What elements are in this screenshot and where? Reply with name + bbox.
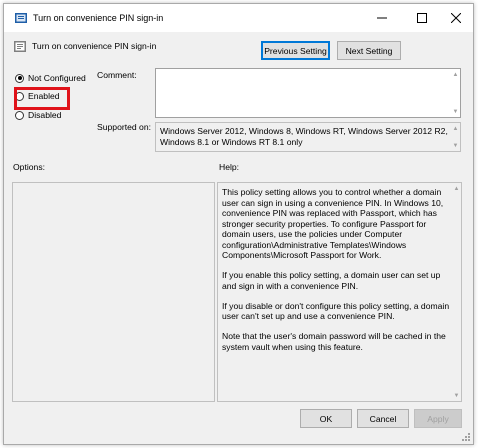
scroll-up-icon[interactable]: ▲: [452, 184, 461, 193]
comment-label: Comment:: [97, 70, 137, 80]
supported-on-box: Windows Server 2012, Windows 8, Windows …: [155, 122, 461, 152]
resize-grip-icon[interactable]: [462, 433, 471, 442]
maximize-button[interactable]: [405, 4, 439, 32]
previous-setting-button[interactable]: Previous Setting: [261, 41, 330, 60]
policy-app-icon: [15, 13, 27, 23]
supported-scrollbar[interactable]: ▲ ▼: [451, 123, 460, 151]
radio-not-configured-indicator[interactable]: [15, 73, 24, 83]
radio-disabled-indicator[interactable]: [15, 110, 24, 120]
title-bar[interactable]: Turn on convenience PIN sign-in: [4, 4, 473, 32]
cancel-button[interactable]: Cancel: [357, 409, 409, 428]
comment-textbox[interactable]: ▲ ▼: [155, 68, 461, 118]
close-button[interactable]: [439, 4, 473, 32]
next-setting-button[interactable]: Next Setting: [337, 41, 401, 60]
scroll-down-icon[interactable]: ▼: [451, 141, 460, 150]
options-pane: [12, 182, 215, 402]
radio-disabled[interactable]: Disabled: [15, 110, 61, 120]
supported-on-label: Supported on:: [97, 122, 151, 132]
radio-not-configured-label: Not Configured: [28, 73, 86, 83]
help-label: Help:: [219, 162, 240, 172]
ok-button[interactable]: OK: [300, 409, 352, 428]
scroll-up-icon[interactable]: ▲: [451, 124, 460, 133]
help-pane: This policy setting allows you to contro…: [217, 182, 462, 402]
options-label: Options:: [13, 162, 46, 172]
supported-on-value: Windows Server 2012, Windows 8, Windows …: [160, 126, 448, 147]
enabled-highlight-box: [14, 87, 70, 110]
help-paragraph: Note that the user's domain password wil…: [222, 331, 446, 352]
help-text: This policy setting allows you to contro…: [222, 187, 450, 362]
radio-disabled-label: Disabled: [28, 110, 62, 120]
scroll-down-icon[interactable]: ▼: [452, 391, 461, 400]
comment-scrollbar[interactable]: ▲ ▼: [451, 69, 460, 117]
policy-dialog: Turn on convenience PIN sign-in Turn on …: [3, 3, 474, 445]
minimize-icon: [377, 17, 387, 19]
help-scrollbar[interactable]: ▲ ▼: [452, 183, 461, 401]
minimize-button[interactable]: [365, 4, 399, 32]
help-paragraph: This policy setting allows you to contro…: [222, 187, 444, 260]
window-title: Turn on convenience PIN sign-in: [33, 13, 164, 23]
scroll-down-icon[interactable]: ▼: [451, 107, 460, 116]
close-icon: [451, 13, 461, 23]
maximize-icon: [417, 13, 427, 23]
radio-not-configured[interactable]: Not Configured: [15, 73, 86, 83]
scroll-up-icon[interactable]: ▲: [451, 70, 460, 79]
apply-button[interactable]: Apply: [414, 409, 462, 428]
policy-name-label: Turn on convenience PIN sign-in: [32, 41, 157, 51]
help-paragraph: If you disable or don't configure this p…: [222, 300, 450, 322]
help-paragraph: If you enable this policy setting, a dom…: [222, 270, 441, 291]
policy-setting-icon: [14, 41, 26, 52]
